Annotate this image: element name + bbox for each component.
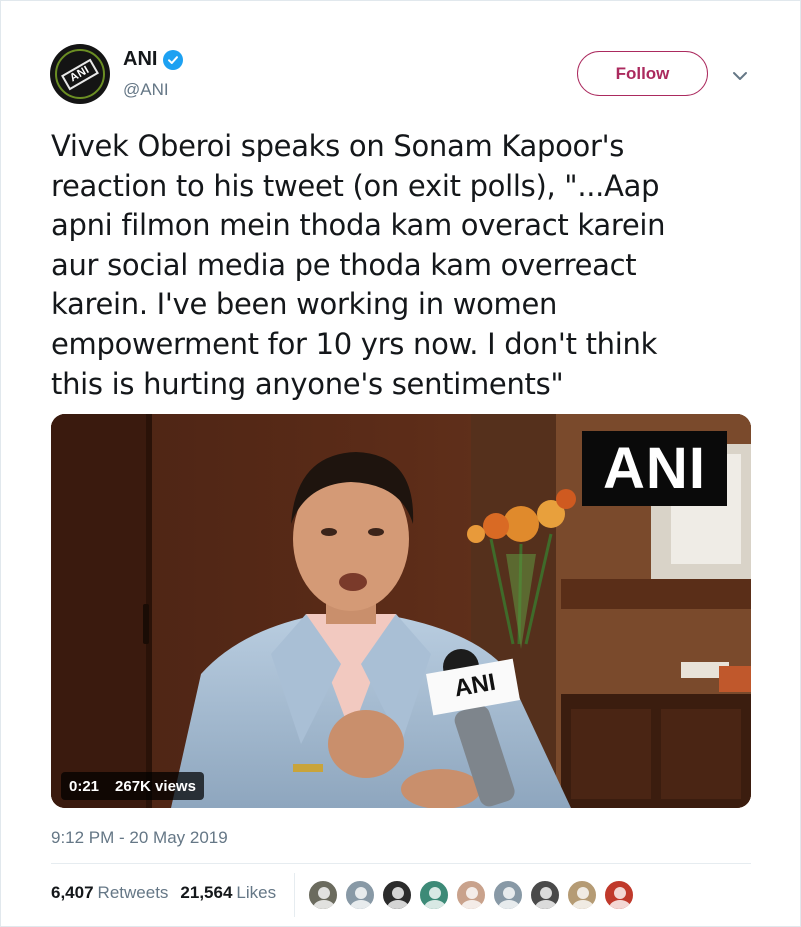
ani-watermark: ANI <box>582 431 727 506</box>
avatar-body <box>535 900 557 909</box>
likes-label: Likes <box>236 883 277 902</box>
follow-button[interactable]: Follow <box>577 51 708 96</box>
avatar-default-icon[interactable] <box>492 879 524 911</box>
avatar-photo-icon[interactable] <box>418 879 450 911</box>
retweets-count: 6,407 <box>51 883 94 902</box>
video-player[interactable]: ANI ANI 0:21 267K views <box>51 414 751 808</box>
avatar-head <box>540 887 552 899</box>
stats-divider <box>294 873 295 917</box>
avatar-head <box>429 887 441 899</box>
avatar-photo-icon[interactable] <box>307 879 339 911</box>
tweet-timestamp[interactable]: 9:12 PM - 20 May 2019 <box>51 828 228 848</box>
avatar-body <box>609 900 631 909</box>
user-handle[interactable]: @ANI <box>123 80 169 100</box>
tweet-line: apni filmon mein thoda kam overact karei… <box>51 208 666 243</box>
avatar-head <box>614 887 626 899</box>
video-views: 267K views <box>115 777 196 795</box>
avatar-wolf-icon[interactable] <box>381 879 413 911</box>
user-avatar[interactable]: ANI <box>50 44 110 104</box>
avatar-body <box>350 900 372 909</box>
tweet-line: reaction to his tweet (on exit polls), "… <box>51 168 660 203</box>
likes-stat[interactable]: 21,564 Likes <box>180 883 276 903</box>
video-info-badge: 0:21 267K views <box>61 772 204 800</box>
avatar-body <box>313 900 335 909</box>
verified-badge-icon <box>163 49 184 70</box>
avatar-head <box>577 887 589 899</box>
tweet-line: Vivek Oberoi speaks on Sonam Kapoor's <box>51 129 625 163</box>
liker-avatars <box>307 879 635 911</box>
user-name[interactable]: ANI <box>123 48 184 71</box>
chevron-down-icon[interactable] <box>731 67 749 85</box>
avatar-body <box>387 900 409 909</box>
avatar-body <box>424 900 446 909</box>
avatar-head <box>503 887 515 899</box>
tweet-line: empowerment for 10 yrs now. I don't thin… <box>51 326 658 361</box>
avatar-head <box>392 887 404 899</box>
avatar-body <box>498 900 520 909</box>
tweet-stats: 6,407 Retweets 21,564 Likes <box>51 883 276 903</box>
tweet-line: aur social media pe thoda kam overreact <box>51 247 637 282</box>
avatar-head <box>466 887 478 899</box>
avatar-photo-icon[interactable] <box>455 879 487 911</box>
avatar-photo-icon[interactable] <box>529 879 561 911</box>
avatar-head <box>355 887 367 899</box>
user-name-text: ANI <box>123 48 158 70</box>
avatar-photo-icon[interactable] <box>603 879 635 911</box>
avatar-body <box>461 900 483 909</box>
avatar-head <box>318 887 330 899</box>
avatar-photo-icon[interactable] <box>566 879 598 911</box>
tweet-text: Vivek Oberoi speaks on Sonam Kapoor's re… <box>51 127 751 404</box>
avatar-default-icon[interactable] <box>344 879 376 911</box>
likes-count: 21,564 <box>180 883 233 902</box>
tweet-line: this is hurting anyone's sentiments" <box>51 366 564 401</box>
avatar-body <box>572 900 594 909</box>
divider <box>51 863 751 864</box>
tweet-card: ANI ANI @ANI Follow Vivek Oberoi speaks … <box>0 0 801 927</box>
retweets-stat[interactable]: 6,407 Retweets <box>51 883 168 903</box>
tweet-line: karein. I've been working in women <box>51 287 558 322</box>
video-duration: 0:21 <box>69 777 100 795</box>
retweets-label: Retweets <box>97 883 169 902</box>
